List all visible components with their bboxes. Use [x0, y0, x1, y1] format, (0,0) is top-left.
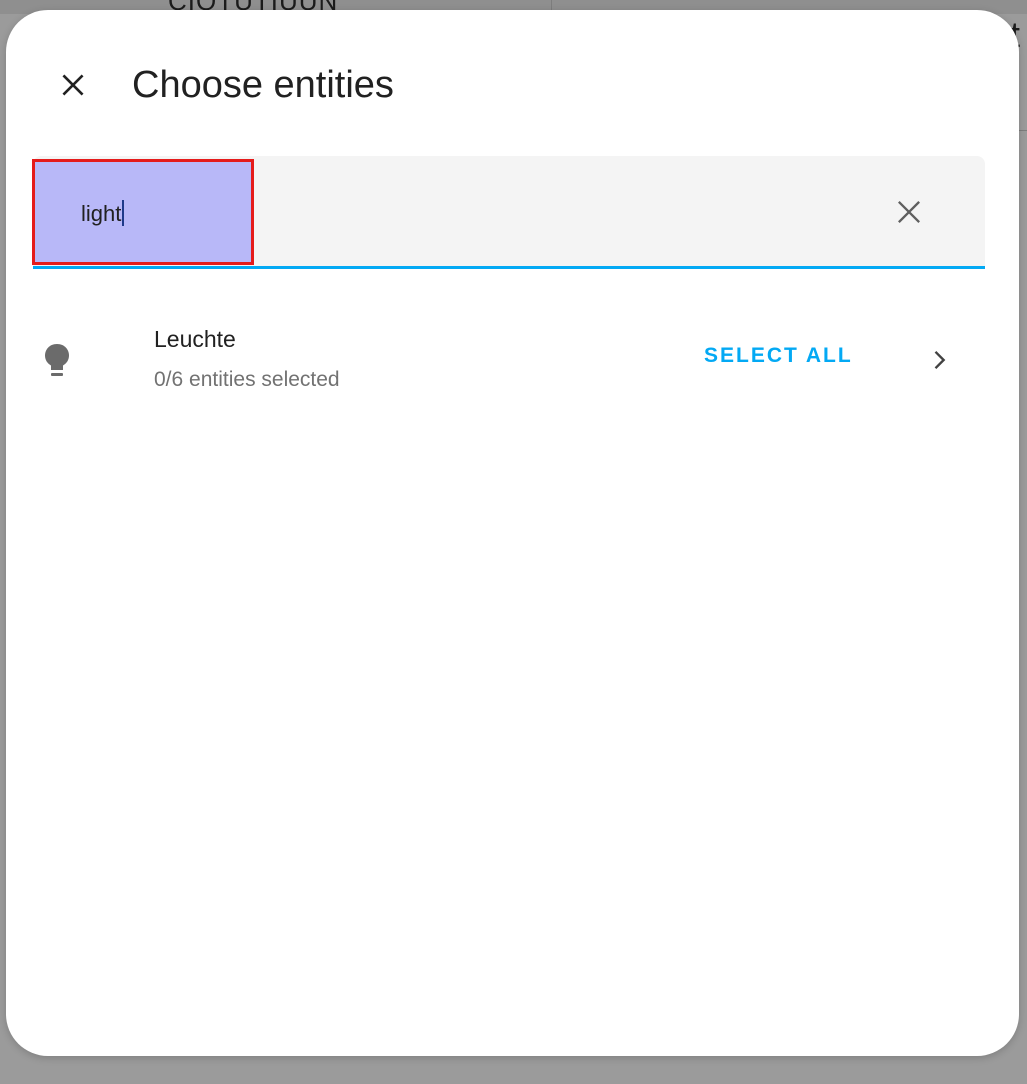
clear-icon: [898, 201, 920, 223]
select-all-button[interactable]: SELECT ALL: [694, 338, 863, 374]
item-subtitle: 0/6 entities selected: [154, 368, 340, 391]
clear-search-button[interactable]: [889, 192, 929, 232]
choose-entities-dialog: Choose entities light Leuchte 0/6 entiti…: [6, 10, 1019, 1056]
chevron-right-icon: [934, 350, 946, 370]
item-title: Leuchte: [154, 326, 236, 352]
dialog-header: Choose entities: [6, 10, 1019, 150]
expand-button[interactable]: [920, 340, 960, 380]
close-icon: [62, 74, 84, 96]
search-input-value: light: [81, 201, 122, 226]
dialog-title: Choose entities: [132, 64, 394, 106]
text-caret: [122, 200, 125, 226]
list-item[interactable]: Leuchte 0/6 entities selected SELECT ALL: [6, 310, 1019, 410]
search-input[interactable]: light: [81, 200, 125, 228]
lightbulb-icon: [40, 340, 74, 384]
close-button[interactable]: [50, 62, 96, 108]
search-field[interactable]: light: [32, 156, 985, 269]
search-input-highlight: light: [32, 159, 254, 265]
